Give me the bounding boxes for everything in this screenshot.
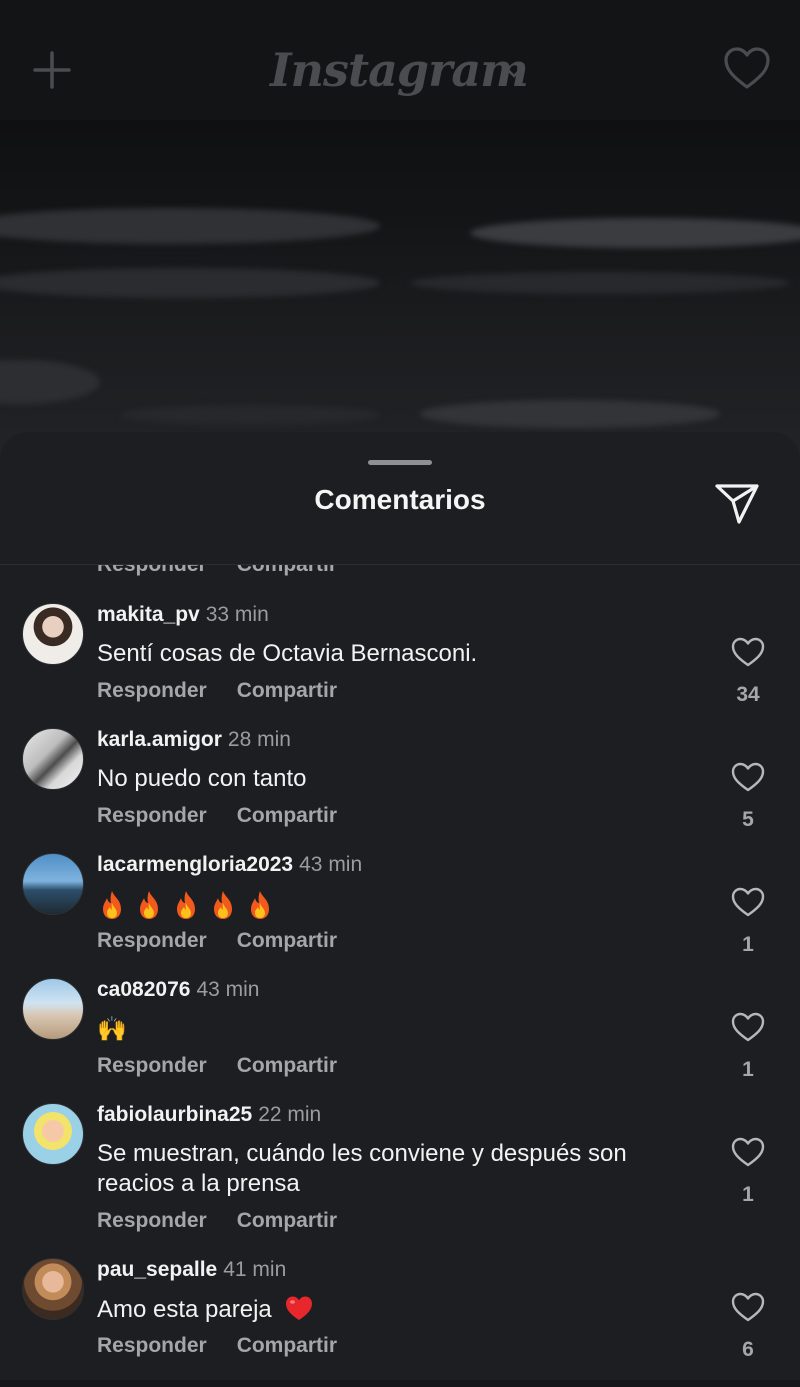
fire-emoji-icon — [177, 891, 195, 919]
like-count: 5 — [742, 808, 754, 831]
comment-text: 🙌 — [97, 1015, 127, 1043]
comment-time: 28 min — [227, 728, 291, 751]
share-button[interactable]: Compartir — [237, 1334, 337, 1357]
avatar[interactable] — [22, 978, 84, 1040]
like-heart-icon[interactable] — [730, 1290, 766, 1324]
share-button[interactable]: Compartir — [237, 679, 337, 702]
comments-list[interactable]: Responder Compartir makita_pv33 min Sentí… — [0, 565, 800, 1387]
send-icon[interactable] — [712, 482, 762, 526]
avatar[interactable] — [22, 1258, 84, 1320]
notifications-heart-icon[interactable] — [722, 44, 772, 94]
partial-comment-actions: Responder Compartir — [97, 565, 367, 577]
reply-button[interactable]: Responder — [97, 1054, 207, 1077]
comment-item: fabiolaurbina25 22 min Se muestran, cuánd… — [0, 1103, 800, 1253]
fire-emoji-icon — [140, 891, 158, 919]
app-header: Instagram — [0, 0, 800, 120]
comment-username[interactable]: lacarmengloria2023 — [97, 853, 293, 876]
like-count: 1 — [742, 1183, 754, 1206]
comment-time: 33 min — [205, 603, 269, 626]
comment-username[interactable]: makita_pv — [97, 603, 200, 626]
comment-username[interactable]: ca082076 — [97, 978, 190, 1001]
share-button[interactable]: Compartir — [237, 804, 337, 827]
like-count: 1 — [742, 1058, 754, 1081]
comments-sheet: Comentarios Responder Compartir makita_pv… — [0, 432, 800, 1387]
instagram-logo[interactable]: Instagram — [270, 34, 529, 106]
comment-time: 43 min — [196, 978, 260, 1001]
plus-icon[interactable] — [32, 50, 72, 90]
comment-text: No puedo con tanto — [97, 765, 307, 792]
comment-text-content: Amo esta pareja — [97, 1296, 272, 1323]
reply-button[interactable]: Responder — [97, 804, 207, 827]
like-count: 1 — [742, 933, 754, 956]
comment-text: Sentí cosas de Octavia Bernasconi. — [97, 640, 478, 667]
comment-username[interactable]: fabiolaurbina25 — [97, 1103, 252, 1126]
avatar[interactable] — [22, 728, 84, 790]
like-count: 34 — [736, 683, 760, 706]
like-heart-icon[interactable] — [730, 1010, 766, 1044]
comment-time: 43 min — [299, 853, 363, 876]
comment-time: 41 min — [223, 1258, 287, 1281]
like-heart-icon[interactable] — [730, 1135, 766, 1169]
dimmed-feed: Instagram — [0, 0, 800, 460]
like-heart-icon[interactable] — [730, 760, 766, 794]
post-image-ocean — [0, 120, 800, 460]
share-button[interactable]: Compartir — [237, 929, 337, 952]
like-heart-icon[interactable] — [730, 635, 766, 669]
sheet-title: Comentarios — [314, 484, 486, 515]
comment-text: Se muestran, cuándo les conviene y despu… — [97, 1140, 627, 1197]
comment-username[interactable]: karla.amigor — [97, 728, 222, 751]
fire-emoji-icon — [251, 891, 269, 919]
comment-username[interactable]: pau_sepalle — [97, 1258, 217, 1281]
comment-item: makita_pv 33 min Sentí cosas de Octavia B… — [0, 603, 800, 723]
comment-text — [97, 889, 707, 925]
red-heart-emoji-icon — [286, 1296, 313, 1320]
comment-item: pau_sepalle 41 min Amo esta pareja Respon… — [0, 1258, 800, 1378]
comment-item: lacarmengloria2023 43 min Responder Compar… — [0, 853, 800, 973]
fire-emoji-icon — [214, 891, 232, 919]
reply-button[interactable]: Responder — [97, 929, 207, 952]
share-button[interactable]: Compartir — [237, 1209, 337, 1232]
sheet-grabber-handle[interactable] — [368, 460, 432, 465]
reply-button[interactable]: Responder — [97, 565, 207, 576]
like-count: 6 — [742, 1338, 754, 1361]
home-indicator-area — [0, 1380, 800, 1387]
like-heart-icon[interactable] — [730, 885, 766, 919]
comment-item: karla.amigor 28 min No puedo con tanto Re… — [0, 728, 800, 848]
comment-time: 22 min — [258, 1103, 322, 1126]
fire-emoji-icon — [103, 891, 121, 919]
avatar[interactable] — [22, 853, 84, 915]
comment-text: Amo esta pareja — [97, 1294, 707, 1325]
share-button[interactable]: Compartir — [237, 565, 337, 576]
avatar[interactable] — [22, 603, 84, 665]
comment-item: ca082076 43 min 🙌 Responder Compartir 1 — [0, 978, 800, 1098]
reply-button[interactable]: Responder — [97, 1209, 207, 1232]
avatar[interactable] — [22, 1103, 84, 1165]
reply-button[interactable]: Responder — [97, 679, 207, 702]
reply-button[interactable]: Responder — [97, 1334, 207, 1357]
chevron-down-icon[interactable] — [502, 60, 526, 84]
share-button[interactable]: Compartir — [237, 1054, 337, 1077]
